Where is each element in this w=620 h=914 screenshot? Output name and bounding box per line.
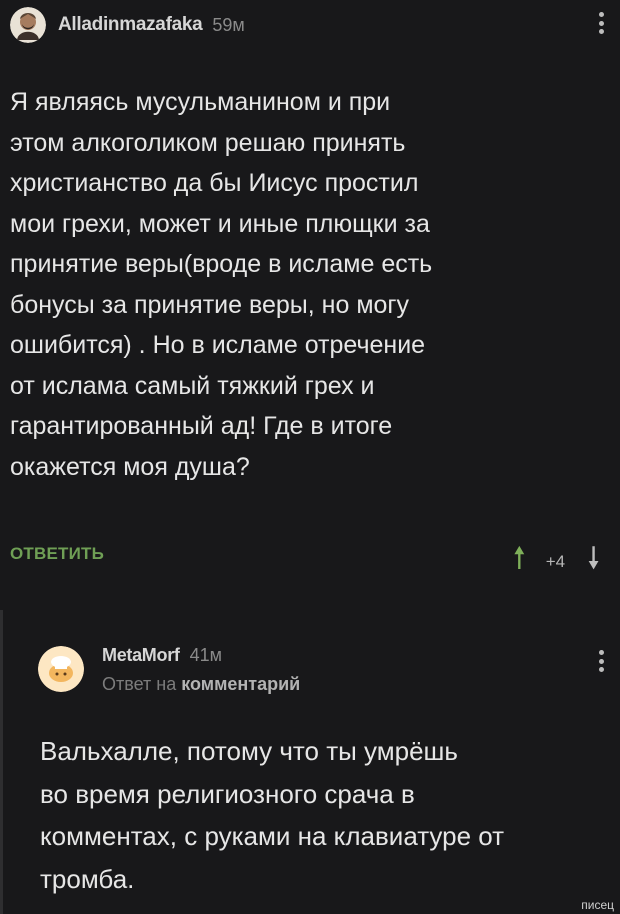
username[interactable]: MetaMorf [102,645,180,666]
more-options-icon[interactable] [599,12,605,34]
timestamp: 41м [189,644,223,665]
reply-prefix: Ответ на [102,674,177,694]
comment-text: Я являясь мусульманином и при этом алког… [10,88,433,481]
reply-target: Ответ на комментарий [102,674,300,695]
comment-header: Alladinmazafaka 59м [10,6,245,44]
comment-header: MetaMorf 41м [38,640,223,692]
comment-text: Вальхалле, потому что ты умрёшь во время… [40,736,505,894]
comment: Alladinmazafaka 59м Я являясь мусульмани… [0,0,620,600]
reply-target-link[interactable]: комментарий [181,674,300,694]
arrow-down-icon[interactable]: 🠗 [587,536,600,587]
timestamp: 59м [212,14,245,35]
reply-button[interactable]: ОТВЕТИТЬ [10,544,104,564]
more-options-icon[interactable] [599,650,605,672]
watermark: писец [581,898,614,912]
avatar[interactable] [38,646,84,692]
vote-controls: 🠕 +4 🠗 [513,536,600,587]
avatar[interactable] [10,7,46,43]
arrow-up-icon[interactable]: 🠕 [513,536,526,587]
reply-comment: MetaMorf 41м Ответ на комментарий Вальха… [0,610,620,914]
rating-score: +4 [545,551,566,571]
username[interactable]: Alladinmazafaka [58,14,203,36]
